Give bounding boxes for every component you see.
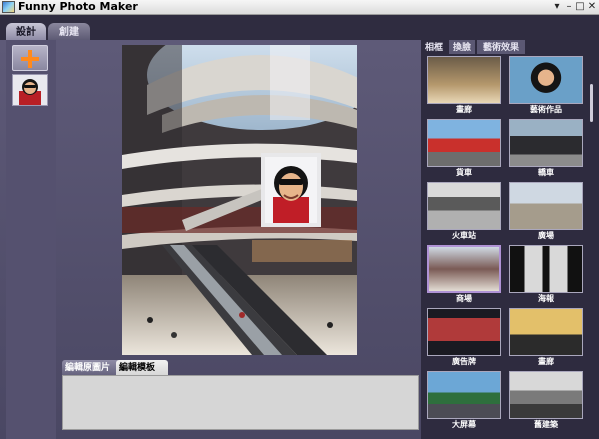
- framed-portrait: [261, 153, 321, 227]
- template-item[interactable]: 畫廊: [425, 54, 503, 116]
- photo-list-panel: [6, 40, 56, 439]
- window-title: Funny Photo Maker: [18, 0, 138, 13]
- tab-art-effects[interactable]: 藝術效果: [477, 40, 525, 54]
- artwork-template-image: [509, 56, 583, 104]
- template-label: 廣場: [538, 231, 554, 240]
- title-bar: Funny Photo Maker ▾ – □ ✕: [0, 0, 599, 15]
- template-label: 廣告牌: [452, 357, 476, 366]
- edit-panel: [62, 375, 419, 430]
- plaza-template-image: [509, 182, 583, 230]
- template-item[interactable]: 火車站: [425, 180, 503, 242]
- main-area: 編輯原圖片 編輯模板 相框 換臉 藝術效果 畫廊 藝術作品 貨車 轎車 火車站 …: [0, 40, 599, 439]
- template-panel: 相框 換臉 藝術效果 畫廊 藝術作品 貨車 轎車 火車站 廣場 商場 海報 廣告…: [421, 40, 599, 439]
- template-item[interactable]: 舊建築: [507, 369, 585, 431]
- template-label: 火車站: [452, 231, 476, 240]
- train-station-template-image: [427, 182, 501, 230]
- gallery-scrollbar[interactable]: [589, 54, 596, 439]
- photo-thumbnail[interactable]: [12, 74, 48, 106]
- photo-canvas[interactable]: [122, 45, 357, 355]
- template-item[interactable]: 大屏幕: [425, 369, 503, 431]
- app-icon: [2, 1, 15, 13]
- template-label: 海報: [538, 294, 554, 303]
- old-building-template-image: [509, 371, 583, 419]
- template-label: 舊建築: [534, 420, 558, 429]
- close-button[interactable]: ✕: [586, 0, 598, 14]
- scrollbar-thumb[interactable]: [590, 84, 593, 122]
- gallery-template-image: [427, 56, 501, 104]
- template-label: 商場: [456, 294, 472, 303]
- template-label: 大屏幕: [452, 420, 476, 429]
- add-photo-button[interactable]: [12, 45, 48, 71]
- top-tab-strip: 設計 創建: [0, 15, 599, 40]
- car-template-image: [509, 119, 583, 167]
- tab-face-swap[interactable]: 換臉: [449, 40, 475, 54]
- template-label: 貨車: [456, 168, 472, 177]
- template-gallery: 畫廊 藝術作品 貨車 轎車 火車站 廣場 商場 海報 廣告牌 畫廊 大屏幕 舊建…: [425, 54, 589, 439]
- poster-template-image: [509, 245, 583, 293]
- maximize-button[interactable]: □: [574, 0, 586, 14]
- template-item[interactable]: 廣場: [507, 180, 585, 242]
- template-label: 轎車: [538, 168, 554, 177]
- chevron-down-icon[interactable]: ▾: [551, 0, 563, 14]
- tab-edit-original-photo[interactable]: 編輯原圖片: [62, 360, 120, 375]
- template-label: 畫廊: [538, 357, 554, 366]
- template-label: 畫廊: [456, 105, 472, 114]
- big-screen-template-image: [427, 371, 501, 419]
- portrait-thumbnail-icon: [13, 75, 47, 105]
- template-item[interactable]: 畫廊: [507, 306, 585, 368]
- template-item[interactable]: 貨車: [425, 117, 503, 179]
- template-item-selected[interactable]: 商場: [425, 243, 503, 305]
- mall-template-image: [122, 45, 357, 355]
- template-item[interactable]: 廣告牌: [425, 306, 503, 368]
- template-item[interactable]: 海報: [507, 243, 585, 305]
- mall-template-image: [427, 245, 501, 293]
- tab-edit-template[interactable]: 編輯模板: [116, 360, 168, 375]
- tab-create[interactable]: 創建: [48, 23, 90, 40]
- template-label: 藝術作品: [530, 105, 562, 114]
- tab-frames[interactable]: 相框: [421, 40, 447, 54]
- truck-template-image: [427, 119, 501, 167]
- tab-design[interactable]: 設計: [6, 23, 46, 40]
- template-item[interactable]: 轎車: [507, 117, 585, 179]
- billboard-template-image: [427, 308, 501, 356]
- gallery-people-template-image: [509, 308, 583, 356]
- template-item[interactable]: 藝術作品: [507, 54, 585, 116]
